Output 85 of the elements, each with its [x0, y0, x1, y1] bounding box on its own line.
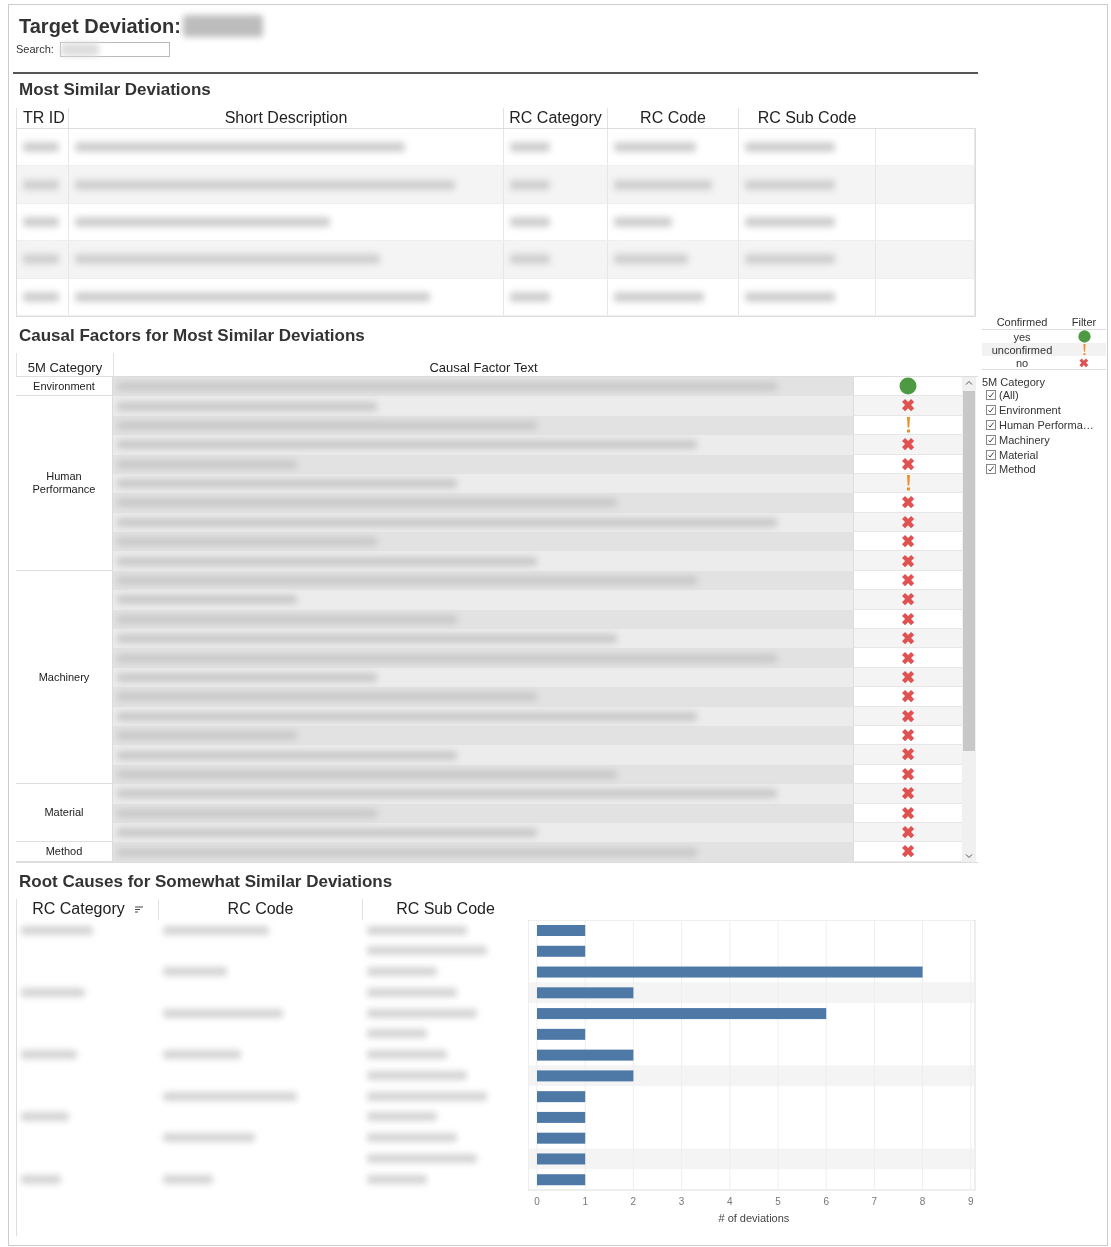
legend-label: no	[1014, 356, 1030, 369]
redacted-text	[23, 179, 59, 190]
bar[interactable]	[537, 1111, 586, 1123]
redacted-text	[367, 1112, 437, 1122]
axis-tick-label: 5	[775, 1195, 781, 1207]
legend-label: unconfirmed	[990, 343, 1054, 356]
axis-tick-label: 1	[582, 1195, 588, 1207]
checkbox[interactable]	[986, 420, 996, 430]
checkbox[interactable]	[986, 464, 996, 475]
axis-tick-label: 6	[823, 1195, 829, 1207]
axis-title: # of deviations	[718, 1211, 790, 1224]
redacted-text	[510, 291, 550, 302]
search-label: Search:	[16, 43, 54, 55]
bar[interactable]	[537, 1090, 586, 1102]
bar[interactable]	[537, 1049, 634, 1061]
filter-title: 5M Category	[982, 376, 1046, 388]
bar[interactable]	[537, 966, 923, 978]
redacted-text	[614, 216, 672, 227]
page-title: Target Deviation:	[19, 14, 181, 39]
checkbox[interactable]	[986, 390, 996, 401]
column-header[interactable]: RC Category	[16, 898, 158, 920]
redacted-text	[21, 1050, 77, 1060]
axis-tick-label: 9	[968, 1195, 974, 1207]
legend-row[interactable]: unconfirmed	[982, 343, 1106, 356]
column-header[interactable]: Short Description	[68, 108, 503, 128]
redacted-text	[367, 1029, 427, 1039]
redacted-text	[510, 179, 550, 190]
column-header[interactable]: Causal Factor Text	[113, 352, 853, 376]
axis-tick-label: 4	[727, 1195, 733, 1207]
checkbox[interactable]	[986, 449, 996, 460]
bar[interactable]	[537, 1028, 586, 1040]
bar[interactable]	[537, 945, 586, 957]
axis-tick-label: 2	[630, 1195, 637, 1207]
redacted-text	[23, 216, 59, 227]
column-header[interactable]: RC Category	[503, 108, 607, 128]
redacted-text	[510, 216, 550, 227]
bar[interactable]	[537, 1007, 827, 1019]
redacted-text	[21, 1112, 69, 1122]
redacted-text	[21, 925, 93, 935]
section-title: Causal Factors for Most Similar Deviations	[18, 325, 366, 346]
column-header[interactable]: RC Code	[158, 898, 362, 920]
redacted-text	[510, 254, 550, 265]
redacted-text	[23, 254, 59, 265]
column-header[interactable]: RC Code	[607, 108, 738, 128]
section-title: Root Causes for Somewhat Similar Deviations	[18, 871, 394, 892]
filter-checkbox[interactable]: Environment	[986, 402, 1106, 418]
scroll-down-icon[interactable]	[965, 851, 973, 860]
legend-header: Filter	[1070, 316, 1098, 328]
scroll-up-icon[interactable]	[965, 378, 973, 387]
axis-tick-label: 0	[534, 1195, 540, 1207]
axis-tick-label: 3	[678, 1195, 685, 1207]
search-field[interactable]	[59, 41, 170, 57]
legend-header: Confirmed	[995, 316, 1049, 328]
redacted-text	[367, 967, 437, 977]
filter-checkbox[interactable]: (All)	[986, 388, 1106, 403]
redacted-text	[23, 142, 59, 153]
filter-checkbox[interactable]: Material	[986, 447, 1106, 462]
redacted-text	[21, 1174, 61, 1184]
sort-icon[interactable]	[134, 905, 143, 913]
section-title: Most Similar Deviations	[18, 80, 212, 100]
legend-label: yes	[1012, 330, 1032, 343]
filter-checkbox[interactable]: Human Performa…	[986, 417, 1106, 433]
redacted-text	[367, 1174, 427, 1184]
bar[interactable]	[537, 1132, 586, 1144]
filter-checkbox[interactable]: Machinery	[986, 432, 1106, 448]
column-header[interactable]: RC Sub Code	[362, 898, 528, 920]
column-header[interactable]: TR ID	[16, 108, 68, 128]
scrollbar[interactable]	[962, 376, 976, 862]
bar[interactable]	[537, 1173, 586, 1185]
checkbox[interactable]	[986, 434, 996, 445]
axis-tick-label: 8	[919, 1195, 926, 1207]
bar[interactable]	[537, 1070, 634, 1082]
axis-tick-label: 7	[871, 1195, 878, 1207]
checkbox[interactable]	[986, 405, 996, 416]
column-header[interactable]: RC Sub Code	[738, 108, 875, 128]
redacted-text	[163, 967, 227, 977]
bar[interactable]	[537, 1153, 586, 1165]
redacted-text	[510, 142, 550, 153]
bar[interactable]	[537, 987, 634, 999]
filter-checkbox[interactable]: Method	[986, 462, 1106, 477]
redacted-text	[23, 291, 59, 302]
column-header[interactable]: 5M Category	[16, 352, 113, 376]
redacted-text	[163, 1174, 213, 1184]
bar[interactable]	[537, 924, 586, 936]
redacted-text	[21, 987, 85, 997]
